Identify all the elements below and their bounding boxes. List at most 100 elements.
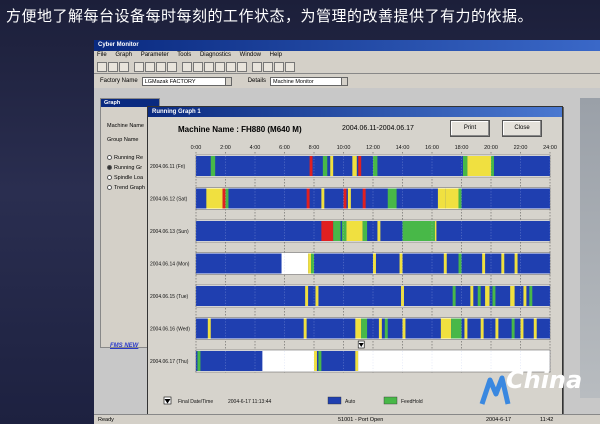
toolbar-button[interactable] — [193, 61, 203, 72]
state-bar-warning — [434, 221, 437, 241]
x-tick-label: 8:00 — [309, 145, 320, 151]
menu-file[interactable]: File — [97, 52, 107, 58]
x-tick-label: 0:00 — [191, 145, 202, 151]
state-bar-warning — [443, 253, 447, 274]
state-bar-alarm — [358, 156, 362, 176]
menu-tools[interactable]: Tools — [177, 52, 191, 58]
menu-diagnostics[interactable]: Diagnostics — [200, 52, 231, 58]
row-date-label: 2004.06.12 (Sat) — [150, 197, 188, 203]
dialog-header: Machine Name : FH880 (M640 M) 2004.06.11… — [148, 117, 562, 141]
group-name-label: Group Name — [107, 137, 139, 143]
state-bar-feedhold — [361, 318, 368, 339]
radio-running-report[interactable]: Running Re — [107, 155, 143, 161]
state-bar-warning — [378, 318, 382, 339]
radio-trend-graph[interactable]: Trend Graph — [107, 185, 145, 191]
x-tick-label: 22:00 — [514, 145, 528, 151]
state-bar-warning — [352, 156, 357, 176]
toolbar-button[interactable] — [156, 61, 166, 72]
toolbar-button[interactable] — [274, 61, 284, 72]
logo-text: China — [506, 366, 583, 394]
state-bar-warning — [207, 318, 211, 339]
slide-title: 方便地了解每台设备每时每刻的工作状态，为管理的改善提供了有力的依据。 — [6, 7, 534, 25]
factory-select[interactable]: LGMazak FACTORY — [141, 76, 226, 86]
toolbar-button[interactable] — [285, 61, 295, 72]
toolbar-button[interactable] — [108, 61, 118, 72]
toolbar-button[interactable] — [97, 61, 107, 72]
radio-spindle-load[interactable]: Spindle Loa — [107, 175, 143, 181]
toolbar-button[interactable] — [119, 61, 129, 72]
toolbar-button[interactable] — [263, 61, 273, 72]
row-date-label: 2004.06.11 (Fri) — [150, 164, 186, 170]
state-bar-feedhold — [511, 318, 515, 339]
x-tick-label: 12:00 — [366, 145, 380, 151]
legend-final-value: 2004-6-17 11:13:44 — [228, 399, 271, 405]
state-bar-alarm — [309, 156, 313, 176]
x-tick-label: 6:00 — [279, 145, 290, 151]
state-bar-warning — [523, 286, 527, 306]
state-bar-warning — [377, 221, 381, 241]
toolbar-button[interactable] — [226, 61, 236, 72]
legend-final-label: Final Date/Time — [178, 399, 213, 405]
menu-help[interactable]: Help — [270, 52, 282, 58]
state-bar-feedhold — [311, 253, 314, 274]
state-bar-warning — [445, 188, 459, 209]
status-ready: Ready — [98, 417, 114, 423]
print-button[interactable]: Print — [450, 120, 490, 137]
state-bar-warning — [514, 253, 518, 274]
toolbar-button[interactable] — [252, 61, 262, 72]
state-bar-warning — [495, 318, 499, 339]
close-button[interactable]: Close — [502, 120, 542, 137]
chevron-down-icon[interactable] — [341, 76, 349, 86]
toolbar-button[interactable] — [134, 61, 144, 72]
status-port: 51001 - Port Open — [338, 417, 384, 423]
state-bar-feedhold — [491, 156, 494, 176]
state-bar-feedhold — [373, 156, 378, 176]
menu-graph[interactable]: Graph — [115, 52, 132, 58]
state-bar-feedhold — [529, 286, 533, 306]
legend-feedhold-swatch — [383, 396, 398, 405]
fms-new-link[interactable]: FMS NEW — [110, 343, 138, 349]
toolbar-button[interactable] — [204, 61, 214, 72]
x-tick-label: 16:00 — [425, 145, 439, 151]
app-titlebar: Cyber Monitor — [94, 40, 600, 51]
toolbar-button[interactable] — [145, 61, 155, 72]
menubar: File Graph Parameter Tools Diagnostics W… — [94, 51, 600, 60]
state-bar-warning — [347, 188, 351, 209]
state-bar-stop — [281, 253, 309, 274]
state-bar-stop — [358, 351, 369, 371]
legend-feedhold-label: FeedHold — [401, 399, 423, 405]
state-bar-feedhold — [462, 156, 468, 176]
details-select[interactable]: Machine Monitor — [270, 76, 343, 86]
state-bar-warning — [355, 318, 362, 339]
toolbar-button[interactable] — [215, 61, 225, 72]
china-logo: China — [478, 366, 598, 420]
row-date-label: 2004.06.14 (Mon) — [150, 262, 190, 268]
chevron-down-icon[interactable] — [224, 76, 232, 86]
state-bar-alarm — [306, 188, 310, 209]
state-bar-feedhold — [458, 188, 462, 209]
toolbar-button[interactable] — [167, 61, 177, 72]
state-bar-alarm — [362, 188, 366, 209]
state-bar-feedhold — [451, 318, 462, 339]
state-bar-warning — [440, 318, 452, 339]
state-bar-warning — [510, 286, 515, 306]
state-bar-warning — [464, 318, 468, 339]
toolbar-button[interactable] — [237, 61, 247, 72]
state-bar-warning — [330, 156, 334, 176]
x-tick-label: 24:00 — [543, 145, 557, 151]
x-tick-label: 4:00 — [250, 145, 261, 151]
menu-window[interactable]: Window — [240, 52, 261, 58]
radio-running-graph[interactable]: Running Gr — [107, 165, 142, 171]
state-bar-feedhold — [458, 253, 462, 274]
menu-parameter[interactable]: Parameter — [141, 52, 169, 58]
state-bar-alarm — [222, 188, 226, 209]
state-bar-warning — [485, 286, 490, 306]
state-bar-feedhold — [318, 351, 322, 371]
state-bar-warning — [437, 188, 446, 209]
x-tick-label: 20:00 — [484, 145, 498, 151]
machine-name-label: Machine Name — [107, 123, 144, 129]
state-bar-warning — [470, 286, 474, 306]
toolbar-button[interactable] — [182, 61, 192, 72]
state-bar-warning — [303, 318, 307, 339]
state-bar-alarm — [321, 221, 334, 241]
